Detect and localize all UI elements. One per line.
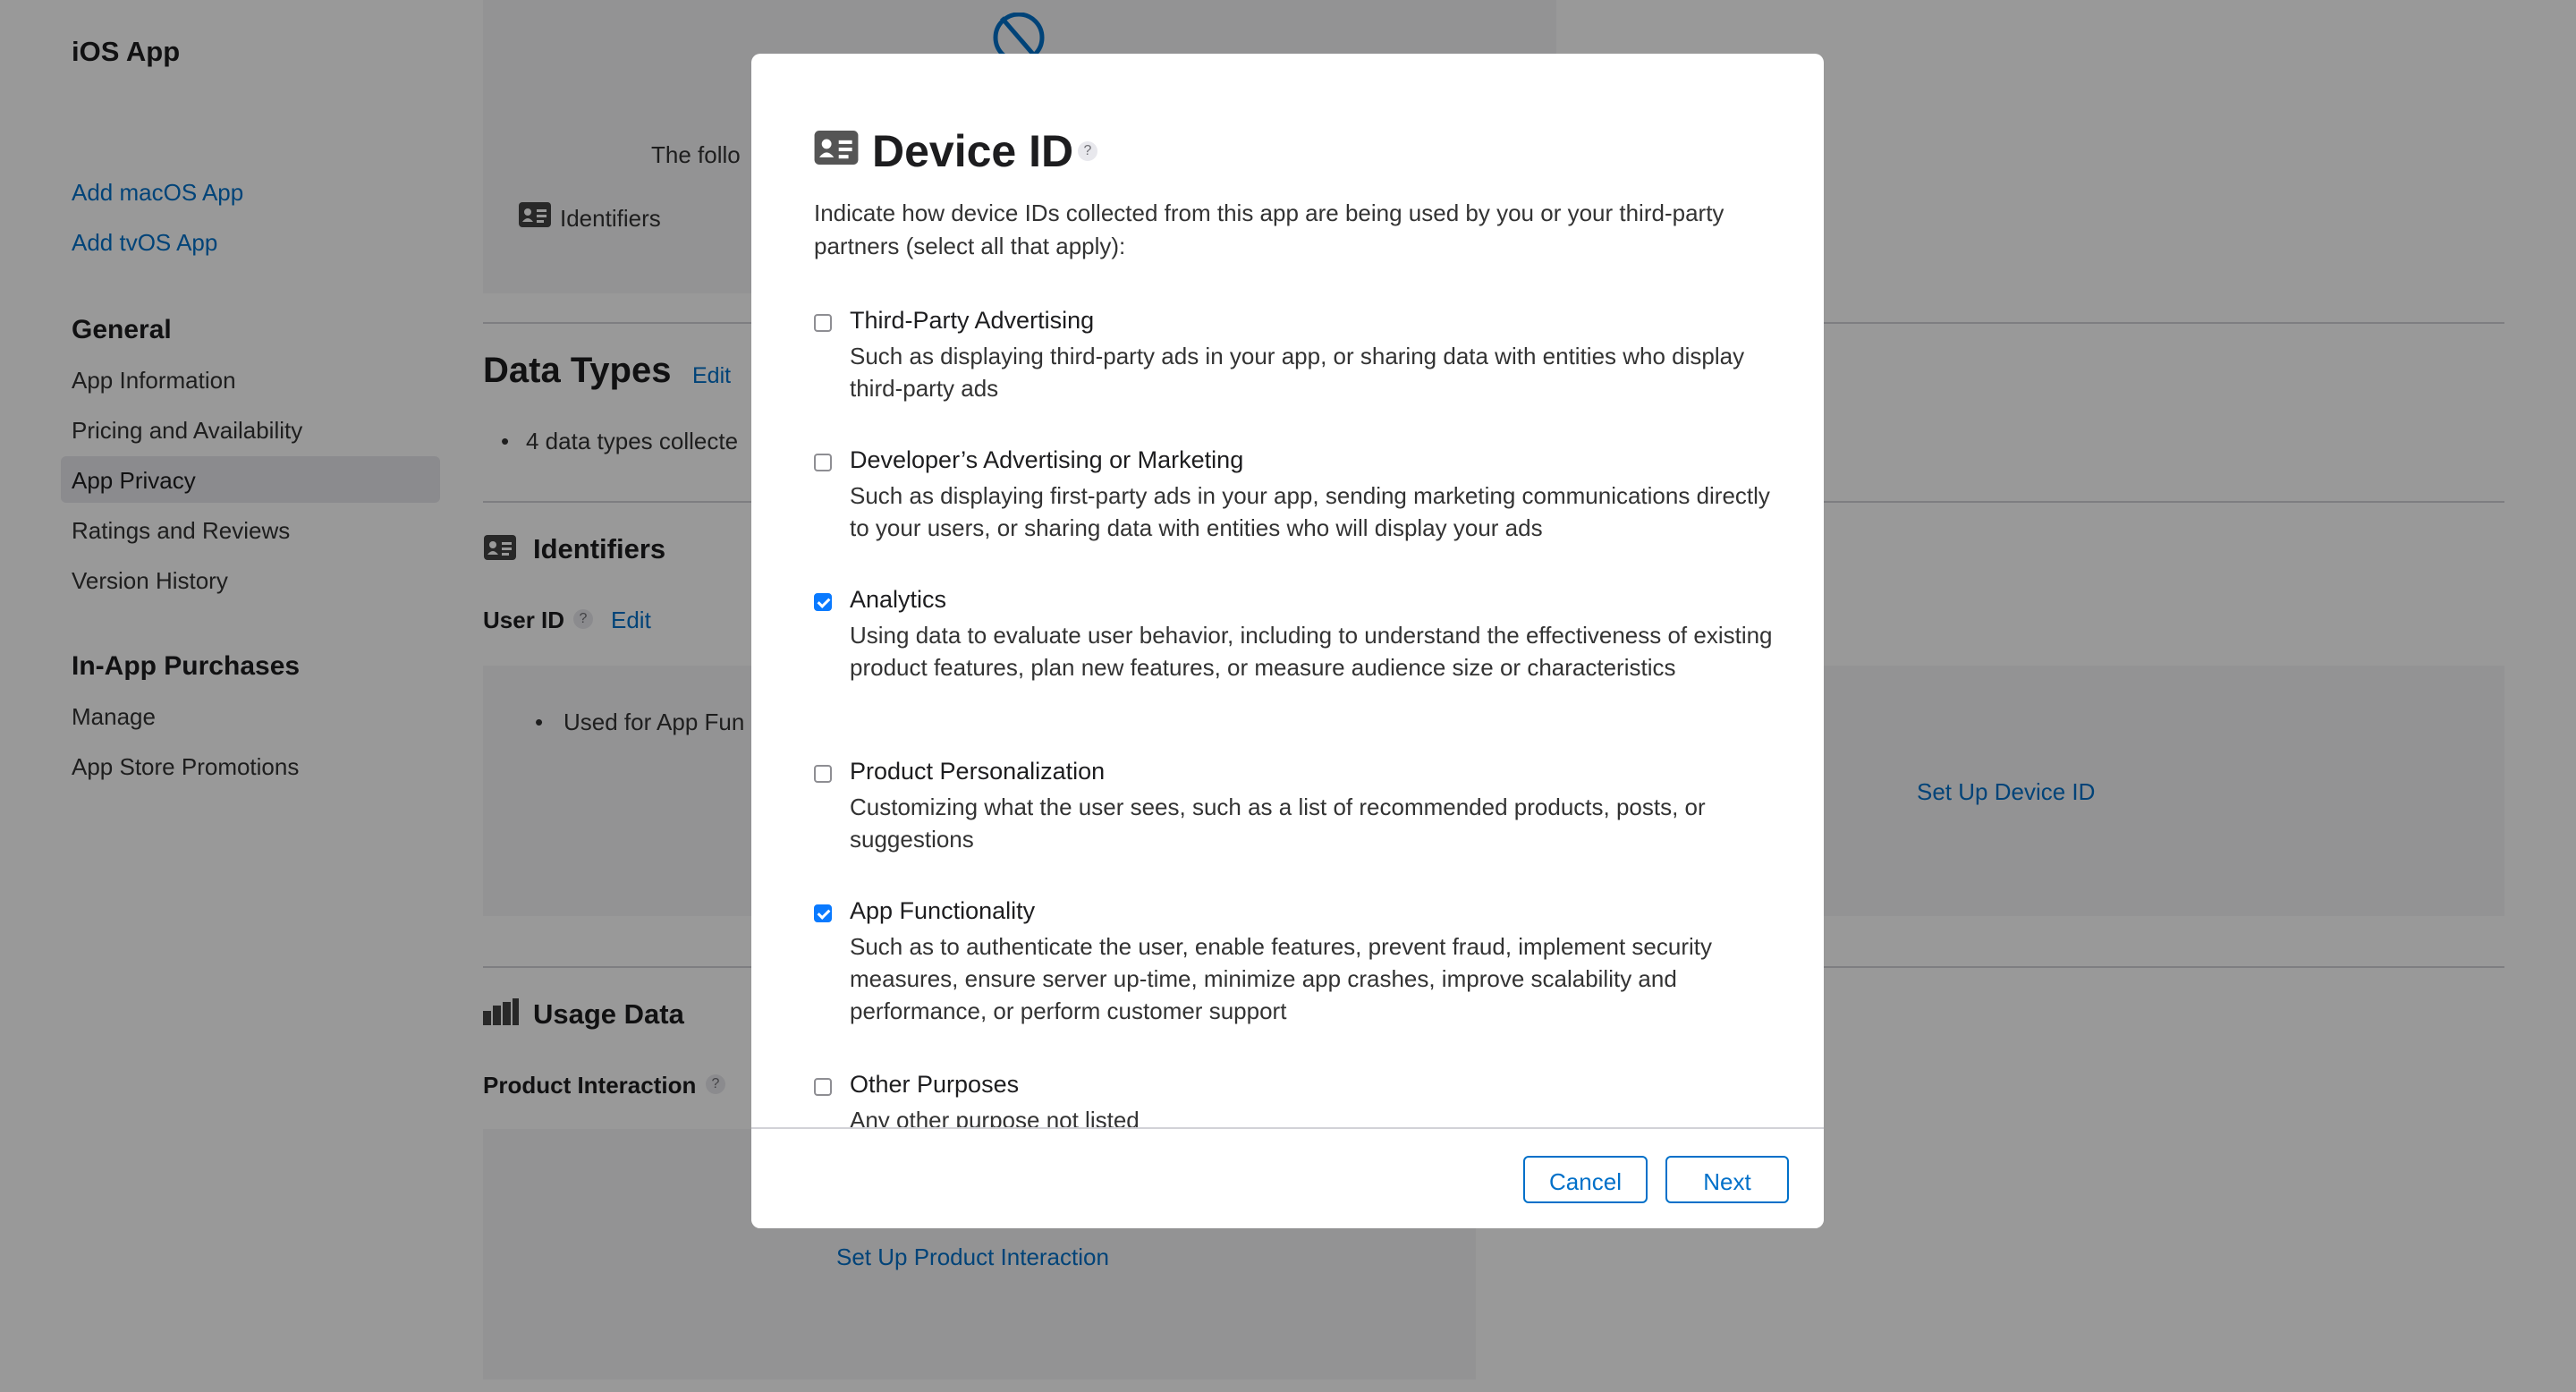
checkbox[interactable] bbox=[814, 593, 832, 611]
dialog-intro: Indicate how device IDs collected from t… bbox=[814, 199, 1724, 259]
dialog-title: Device ID bbox=[872, 126, 1074, 176]
option-description: Such as to authenticate the user, enable… bbox=[850, 933, 1713, 1024]
cancel-button[interactable]: Cancel bbox=[1523, 1156, 1648, 1203]
checkbox[interactable] bbox=[814, 1078, 832, 1096]
checkbox[interactable] bbox=[814, 314, 832, 332]
option-description: Such as displaying first-party ads in yo… bbox=[850, 482, 1770, 541]
dialog-footer: Cancel Next bbox=[751, 1127, 1824, 1228]
device-id-card-icon bbox=[814, 131, 859, 165]
option-label: Analytics bbox=[850, 586, 947, 613]
option-description: Such as displaying third-party ads in yo… bbox=[850, 343, 1745, 402]
checkbox[interactable] bbox=[814, 454, 832, 471]
option-description: Using data to evaluate user behavior, in… bbox=[850, 622, 1773, 681]
option-description: Customizing what the user sees, such as … bbox=[850, 794, 1706, 853]
option-label: Product Personalization bbox=[850, 758, 1106, 785]
checkbox[interactable] bbox=[814, 904, 832, 922]
option-label: Third-Party Advertising bbox=[850, 307, 1095, 334]
dialog-help-icon[interactable]: ? bbox=[1078, 141, 1097, 161]
checkbox[interactable] bbox=[814, 765, 832, 783]
next-button[interactable]: Next bbox=[1665, 1156, 1789, 1203]
option-label: App Functionality bbox=[850, 897, 1036, 924]
option-label: Other Purposes bbox=[850, 1071, 1020, 1098]
device-id-dialog: Device ID ? Indicate how device IDs coll… bbox=[751, 54, 1824, 1228]
option-label: Developer’s Advertising or Marketing bbox=[850, 446, 1244, 473]
